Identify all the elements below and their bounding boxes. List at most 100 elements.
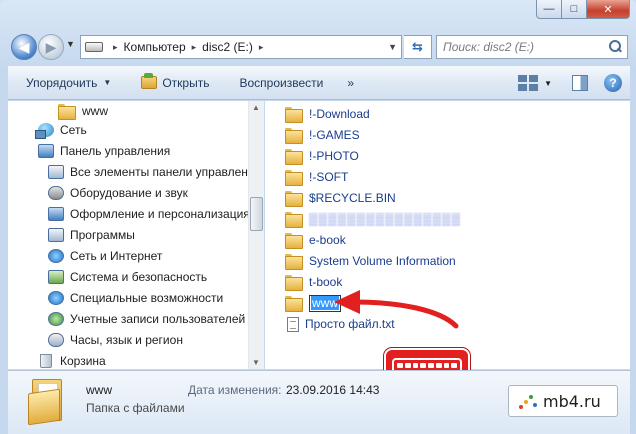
details-pane: www Папка с файлами Дата изменения: 23.0… [8, 370, 630, 434]
text-file-icon [287, 316, 299, 332]
recycle-bin-icon [40, 354, 52, 368]
obscured-file-name: ▒▒▒▒▒▒▒▒▒▒▒▒▒▒▒▒ [309, 212, 462, 226]
breadcrumb-drive[interactable]: disc2 (E:) [202, 40, 253, 54]
folder-icon [285, 275, 303, 291]
folder-icon [285, 149, 303, 165]
caption-buttons: — □ ✕ [536, 0, 630, 19]
address-dropdown-icon[interactable]: ▼ [388, 42, 397, 52]
folder-icon [285, 170, 303, 186]
breadcrumb-separator-icon[interactable]: ▸ [259, 42, 264, 53]
breadcrumb-separator-icon[interactable]: ▸ [113, 42, 118, 53]
back-button[interactable]: ◀ [11, 34, 37, 60]
play-label: Воспроизвести [239, 75, 324, 90]
organize-label: Упорядочить [26, 75, 98, 90]
open-icon [141, 73, 158, 89]
clock-region-icon [48, 333, 64, 347]
file-name: !-Download [309, 107, 370, 121]
open-label: Открыть [162, 75, 210, 90]
details-item-type: Папка с файлами [86, 401, 185, 415]
nav-item-label: Система и безопасность [70, 270, 208, 284]
explorer-window: — □ ✕ ◀ ▶ ▼ ▸ Компьютер ▸ disc2 (E:) ▸ ▼… [0, 0, 636, 434]
more-commands-button[interactable]: » [347, 76, 354, 90]
nav-item-label: Программы [70, 228, 135, 242]
programs-icon [48, 228, 64, 242]
change-view-icon[interactable] [518, 75, 539, 91]
folder-icon [285, 296, 303, 312]
open-button[interactable]: Открыть [141, 73, 210, 90]
logo-mark-icon [517, 391, 539, 413]
network-internet-icon [48, 249, 64, 263]
file-list-item[interactable]: e-book [285, 230, 346, 250]
refresh-button[interactable]: ⇆ [404, 35, 432, 59]
file-name: !-SOFT [309, 170, 349, 184]
breadcrumb-separator-icon[interactable]: ▸ [192, 42, 197, 53]
details-date-value: 23.09.2016 14:43 [286, 383, 380, 397]
back-arrow-icon: ◀ [18, 38, 30, 55]
maximize-button[interactable]: □ [562, 0, 587, 19]
close-button[interactable]: ✕ [587, 0, 630, 19]
file-name: $RECYCLE.BIN [309, 191, 396, 205]
nav-item-programs[interactable]: Программы [48, 225, 135, 245]
file-name: e-book [309, 233, 346, 247]
breadcrumb-computer[interactable]: Компьютер [124, 40, 186, 54]
nav-item-user-accounts[interactable]: Учетные записи пользователей [48, 309, 245, 329]
forward-arrow-icon: ▶ [45, 38, 57, 55]
nav-item-control-panel[interactable]: Панель управления [38, 141, 170, 161]
details-item-name: www [86, 383, 112, 397]
navigation-scrollbar[interactable]: ▲ ▼ [248, 101, 264, 369]
navigation-row: ◀ ▶ ▼ ▸ Компьютер ▸ disc2 (E:) ▸ ▼ ⇆ Пои… [8, 30, 630, 62]
file-list-item[interactable]: !-Download [285, 104, 370, 124]
help-icon[interactable]: ? [604, 74, 622, 92]
address-bar[interactable]: ▸ Компьютер ▸ disc2 (E:) ▸ ▼ [80, 35, 402, 59]
file-list-item[interactable]: $RECYCLE.BIN [285, 188, 396, 208]
nav-item-all-control-panel-items[interactable]: Все элементы панели управления [48, 162, 260, 182]
accessibility-icon [48, 291, 64, 305]
folder-icon [285, 107, 303, 123]
folder-icon [285, 128, 303, 144]
nav-item-recycle-bin[interactable]: Корзина [38, 351, 106, 369]
nav-item-hardware-sound[interactable]: Оборудование и звук [48, 183, 188, 203]
nav-item-label: Специальные возможности [70, 291, 224, 305]
file-name: !-PHOTO [309, 149, 359, 163]
nav-item-network-internet[interactable]: Сеть и Интернет [48, 246, 162, 266]
folder-large-icon [28, 377, 68, 426]
nav-item-label: Все элементы панели управления [70, 165, 260, 179]
nav-item-clock-language-region[interactable]: Часы, язык и регион [48, 330, 183, 350]
chevron-down-icon: ▼ [103, 78, 112, 87]
scrollbar-thumb[interactable] [250, 197, 263, 231]
scroll-down-icon[interactable]: ▼ [252, 358, 260, 367]
nav-item-label: Учетные записи пользователей [70, 312, 246, 326]
control-panel-icon [38, 144, 54, 158]
preview-pane-icon[interactable] [572, 75, 588, 91]
drive-icon [85, 42, 103, 52]
command-bar: Упорядочить ▼ Открыть Воспроизвести » ▼ … [8, 66, 630, 100]
nav-item-network[interactable]: Сеть [35, 120, 87, 140]
view-controls: ▼ ? [518, 74, 622, 92]
file-list-item[interactable]: !-PHOTO [285, 146, 359, 166]
folder-icon [285, 212, 303, 228]
forward-button[interactable]: ▶ [38, 34, 64, 60]
play-button[interactable]: Воспроизвести [239, 76, 323, 90]
search-icon[interactable] [609, 40, 621, 52]
nav-item-label: Сеть и Интернет [70, 249, 163, 263]
system-security-icon [48, 270, 64, 284]
search-input[interactable]: Поиск: disc2 (E:) [436, 35, 628, 59]
file-list-item[interactable]: System Volume Information [285, 251, 456, 271]
nav-item-system-security[interactable]: Система и безопасность [48, 267, 207, 287]
organize-button[interactable]: Упорядочить ▼ [26, 76, 111, 90]
folder-icon [285, 254, 303, 270]
file-list-item-obscured[interactable]: ▒▒▒▒▒▒▒▒▒▒▒▒▒▒▒▒ [285, 209, 461, 229]
scroll-up-icon[interactable]: ▲ [252, 103, 260, 112]
nav-item-label: www [82, 104, 108, 118]
folder-icon [285, 233, 303, 249]
minimize-button[interactable]: — [536, 0, 562, 19]
view-options-dropdown-icon[interactable]: ▼ [544, 79, 552, 88]
file-list-item[interactable]: !-GAMES [285, 125, 360, 145]
nav-item-www[interactable]: www [58, 101, 108, 121]
nav-item-label: Часы, язык и регион [70, 333, 183, 347]
file-list-item[interactable]: !-SOFT [285, 167, 348, 187]
nav-item-accessibility[interactable]: Специальные возможности [48, 288, 223, 308]
nav-item-appearance[interactable]: Оформление и персонализация [48, 204, 250, 224]
watermark-logo: mb4.ru [508, 385, 618, 417]
recent-pages-dropdown[interactable]: ▼ [66, 39, 75, 49]
